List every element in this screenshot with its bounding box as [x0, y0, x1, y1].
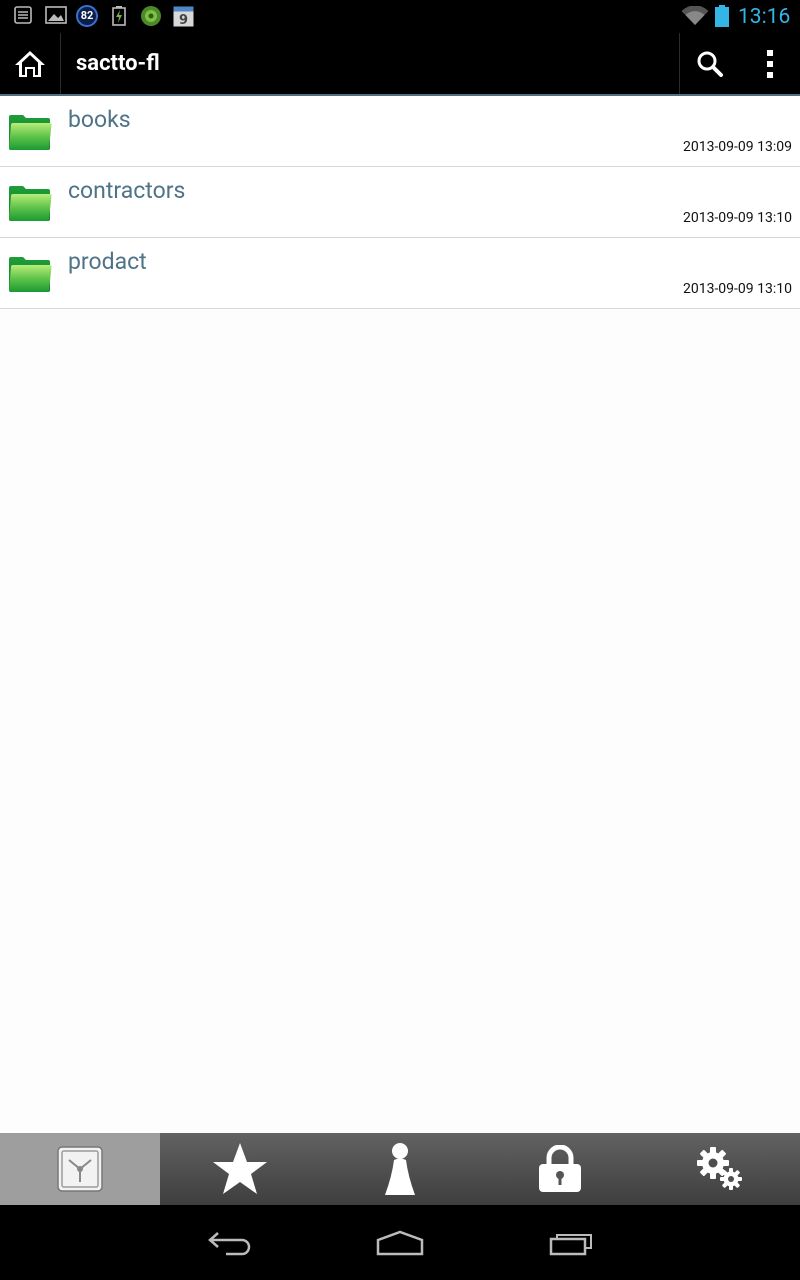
search-button[interactable]: [680, 33, 740, 94]
file-date: 2013-09-09 13:09: [682, 139, 792, 155]
file-list: books 2013-09-09 13:09 contractors 2013-…: [0, 96, 800, 309]
list-item[interactable]: prodact 2013-09-09 13:10: [0, 238, 800, 309]
wifi-icon: [681, 6, 709, 25]
action-bar-divider: [60, 33, 61, 94]
tab-favorites[interactable]: [160, 1133, 320, 1205]
tab-account[interactable]: [320, 1133, 480, 1205]
overflow-menu-icon: [767, 49, 773, 78]
battery-charging-icon: [112, 6, 126, 26]
gallery-icon: [45, 6, 67, 24]
folder-icon: [9, 115, 52, 150]
notification-list-icon: [14, 6, 32, 24]
tab-storage[interactable]: [0, 1133, 160, 1205]
search-icon: [697, 51, 723, 77]
tab-settings[interactable]: [640, 1133, 800, 1205]
list-item[interactable]: books 2013-09-09 13:09: [0, 96, 800, 167]
update-count-badge: 82: [76, 5, 98, 27]
nav-home-button[interactable]: [368, 1223, 432, 1263]
list-item[interactable]: contractors 2013-09-09 13:10: [0, 167, 800, 238]
recents-button[interactable]: [540, 1223, 604, 1263]
home-button[interactable]: [0, 33, 60, 94]
file-date: 2013-09-09 13:10: [682, 281, 792, 297]
status-bar: 82 9 13:16: [0, 0, 800, 33]
overflow-menu-button[interactable]: [740, 33, 800, 94]
security-app-icon: [141, 6, 161, 26]
svg-text:9: 9: [179, 13, 188, 27]
star-icon: [213, 1143, 267, 1194]
person-icon: [385, 1143, 415, 1195]
tab-lock[interactable]: [480, 1133, 640, 1205]
file-name: books: [68, 106, 131, 133]
storage-icon: [57, 1146, 103, 1192]
file-name: contractors: [68, 177, 186, 204]
back-icon: [208, 1232, 251, 1256]
recents-icon: [549, 1234, 592, 1256]
home-icon: [15, 50, 45, 77]
folder-icon: [9, 257, 52, 292]
battery-icon: [715, 5, 729, 27]
action-bar: sactto-fl: [0, 33, 800, 96]
page-title: sactto-fl: [76, 51, 160, 76]
file-date: 2013-09-09 13:10: [682, 210, 792, 226]
back-button[interactable]: [198, 1223, 262, 1263]
system-navigation-bar: [0, 1205, 800, 1280]
folder-icon: [9, 186, 52, 221]
file-name: prodact: [68, 248, 147, 275]
gear-icon: [697, 1147, 742, 1190]
clock: 13:16: [738, 5, 791, 29]
calendar-icon: 9: [173, 6, 194, 27]
bottom-tab-bar: [0, 1133, 800, 1205]
nav-home-icon: [376, 1230, 424, 1256]
lock-icon: [539, 1145, 581, 1192]
